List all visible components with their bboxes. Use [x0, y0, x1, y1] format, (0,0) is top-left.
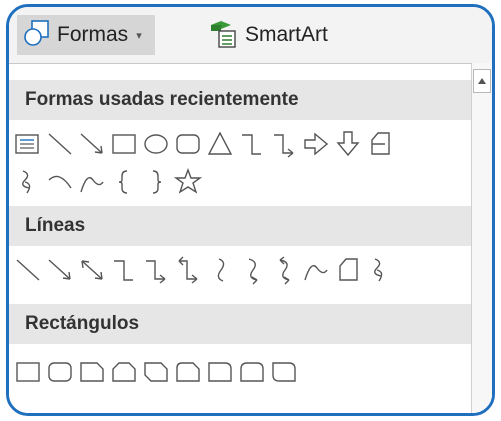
shapes-button-label: Formas — [57, 23, 129, 46]
right-brace-icon[interactable] — [141, 166, 171, 198]
shapes-button[interactable]: Formas ▾ — [17, 15, 155, 55]
smartart-button[interactable]: SmartArt — [207, 15, 328, 55]
star-icon[interactable] — [173, 166, 203, 198]
oval-icon[interactable] — [141, 128, 171, 160]
arrow-line-icon[interactable] — [45, 254, 75, 286]
line-icon[interactable] — [13, 254, 43, 286]
elbow-connector-icon[interactable] — [237, 128, 267, 160]
left-brace-icon[interactable] — [109, 166, 139, 198]
rectangle-icon[interactable] — [13, 356, 43, 388]
elbow-arrow-connector-icon[interactable] — [269, 128, 299, 160]
shapes-icon — [23, 19, 51, 52]
shape-row — [13, 250, 472, 290]
shapes-gallery-frame: Formas ▾ SmartArt Formas usadas reciente… — [6, 4, 495, 416]
round-diagonal-rectangle-icon[interactable] — [269, 356, 299, 388]
section-header-rectangles: Rectángulos — [9, 304, 472, 344]
line-icon[interactable] — [45, 128, 75, 160]
text-box-icon[interactable] — [13, 128, 43, 160]
rounded-rectangle-icon[interactable] — [45, 356, 75, 388]
shapes-dropdown-panel: Formas usadas recientemente Líneas Rectá… — [9, 63, 492, 413]
snip-same-side-corner-rectangle-icon[interactable] — [109, 356, 139, 388]
curve-icon[interactable] — [301, 254, 331, 286]
ribbon: Formas ▾ SmartArt — [9, 7, 492, 63]
arrow-line-icon[interactable] — [77, 128, 107, 160]
round-single-corner-rectangle-icon[interactable] — [205, 356, 235, 388]
chevron-down-icon: ▾ — [136, 29, 142, 42]
double-arrow-line-icon[interactable] — [77, 254, 107, 286]
smartart-icon — [207, 17, 239, 54]
curved-double-arrow-connector-icon[interactable] — [269, 254, 299, 286]
snip-diagonal-corner-rectangle-icon[interactable] — [141, 356, 171, 388]
elbow-double-arrow-connector-icon[interactable] — [173, 254, 203, 286]
smartart-button-label: SmartArt — [245, 23, 328, 46]
scroll-up-icon[interactable] — [473, 69, 491, 93]
shape-row — [13, 124, 472, 164]
right-arrow-icon[interactable] — [301, 128, 331, 160]
curved-arrow-connector-icon[interactable] — [237, 254, 267, 286]
freeform-icon[interactable] — [13, 166, 43, 198]
elbow-connector-icon[interactable] — [109, 254, 139, 286]
down-arrow-icon[interactable] — [333, 128, 363, 160]
snip-single-corner-rectangle-icon[interactable] — [77, 356, 107, 388]
flowchart-shape-icon[interactable] — [365, 128, 395, 160]
curved-connector-icon[interactable] — [205, 254, 235, 286]
freeform-shape-icon[interactable] — [333, 254, 363, 286]
elbow-arrow-connector-icon[interactable] — [141, 254, 171, 286]
shape-row — [13, 162, 472, 202]
rounded-rectangle-icon[interactable] — [173, 128, 203, 160]
section-header-lines: Líneas — [9, 206, 472, 246]
snip-and-round-rectangle-icon[interactable] — [173, 356, 203, 388]
section-header-recent: Formas usadas recientemente — [9, 80, 472, 120]
shape-row — [13, 352, 472, 392]
curve-icon[interactable] — [77, 166, 107, 198]
arc-icon[interactable] — [45, 166, 75, 198]
triangle-icon[interactable] — [205, 128, 235, 160]
scrollbar[interactable] — [471, 63, 492, 413]
rectangle-icon[interactable] — [109, 128, 139, 160]
round-same-side-rectangle-icon[interactable] — [237, 356, 267, 388]
scribble-icon[interactable] — [365, 254, 395, 286]
